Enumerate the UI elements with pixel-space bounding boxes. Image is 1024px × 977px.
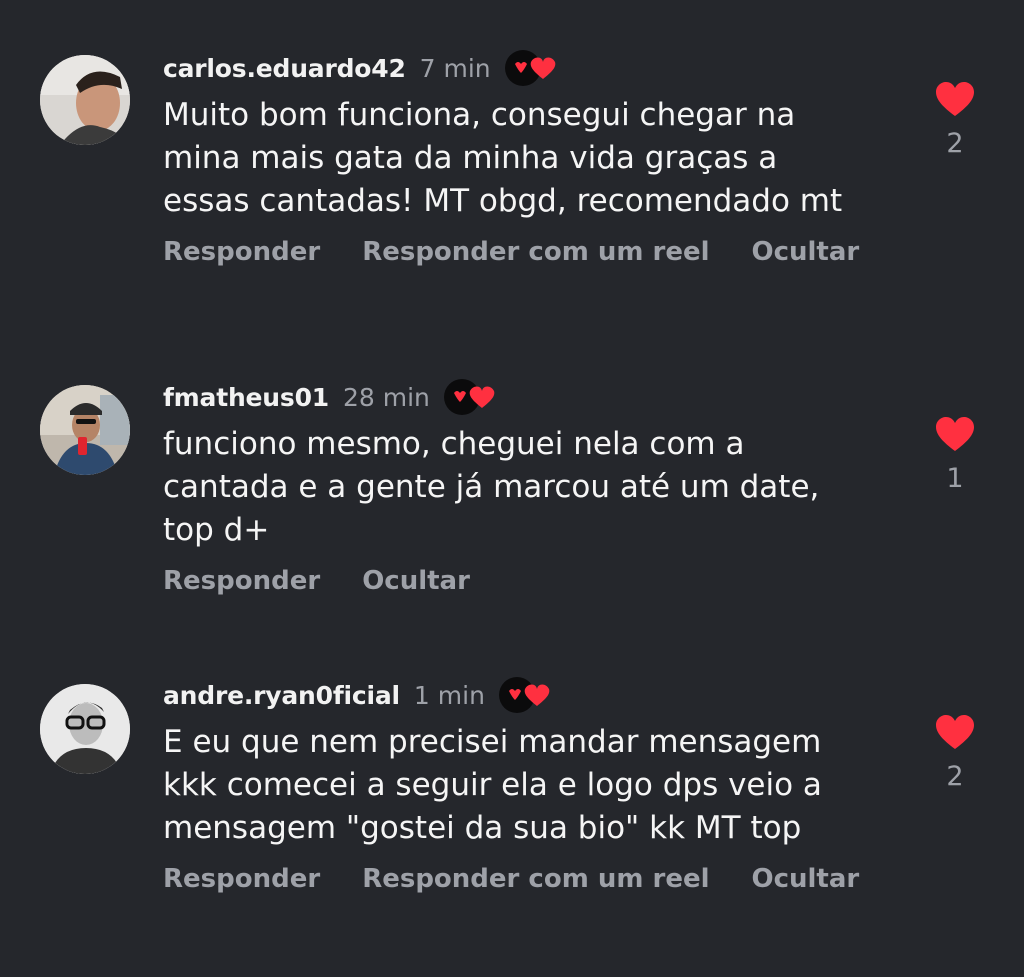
comment-content: fmatheus01 28 min funciono mesmo, chegue… bbox=[163, 377, 903, 596]
creator-liked-badge-icon bbox=[497, 675, 553, 715]
like-control: 1 bbox=[930, 417, 980, 494]
avatar[interactable] bbox=[40, 385, 130, 475]
reply-button[interactable]: Responder bbox=[163, 566, 320, 596]
comment-text: Muito bom funciona, consegui chegar na m… bbox=[163, 97, 843, 219]
comment-header: carlos.eduardo42 7 min bbox=[163, 48, 903, 88]
avatar[interactable] bbox=[40, 684, 130, 774]
comment-actions: Responder Responder com um reel Ocultar bbox=[163, 237, 903, 267]
reply-with-reel-button[interactable]: Responder com um reel bbox=[362, 237, 709, 267]
comment-content: carlos.eduardo42 7 min Muito bom funcion… bbox=[163, 48, 903, 267]
like-control: 2 bbox=[930, 715, 980, 792]
comment-header: fmatheus01 28 min bbox=[163, 377, 903, 417]
hide-button[interactable]: Ocultar bbox=[752, 864, 860, 894]
avatar[interactable] bbox=[40, 55, 130, 145]
timestamp: 7 min bbox=[419, 53, 491, 83]
timestamp: 28 min bbox=[342, 382, 430, 412]
username[interactable]: carlos.eduardo42 bbox=[163, 54, 406, 83]
heart-icon[interactable] bbox=[935, 417, 975, 453]
username[interactable]: fmatheus01 bbox=[163, 383, 329, 412]
timestamp: 1 min bbox=[413, 680, 485, 710]
like-count: 2 bbox=[946, 761, 964, 792]
comment-text: funciono mesmo, cheguei nela com a canta… bbox=[163, 426, 820, 548]
reply-button[interactable]: Responder bbox=[163, 864, 320, 894]
creator-liked-badge-icon bbox=[442, 377, 498, 417]
like-control: 2 bbox=[930, 82, 980, 159]
heart-icon[interactable] bbox=[935, 715, 975, 751]
heart-icon[interactable] bbox=[935, 82, 975, 118]
hide-button[interactable]: Ocultar bbox=[752, 237, 860, 267]
comment-actions: Responder Ocultar bbox=[163, 566, 903, 596]
comment-actions: Responder Responder com um reel Ocultar bbox=[163, 864, 903, 894]
creator-liked-badge-icon bbox=[503, 48, 559, 88]
username[interactable]: andre.ryan0ficial bbox=[163, 681, 400, 710]
comment-header: andre.ryan0ficial 1 min bbox=[163, 675, 903, 715]
comment-text: E eu que nem precisei mandar mensagem kk… bbox=[163, 724, 822, 846]
hide-button[interactable]: Ocultar bbox=[362, 566, 470, 596]
reply-with-reel-button[interactable]: Responder com um reel bbox=[362, 864, 709, 894]
reply-button[interactable]: Responder bbox=[163, 237, 320, 267]
like-count: 1 bbox=[946, 463, 964, 494]
comment-content: andre.ryan0ficial 1 min E eu que nem pre… bbox=[163, 675, 903, 894]
like-count: 2 bbox=[946, 128, 964, 159]
